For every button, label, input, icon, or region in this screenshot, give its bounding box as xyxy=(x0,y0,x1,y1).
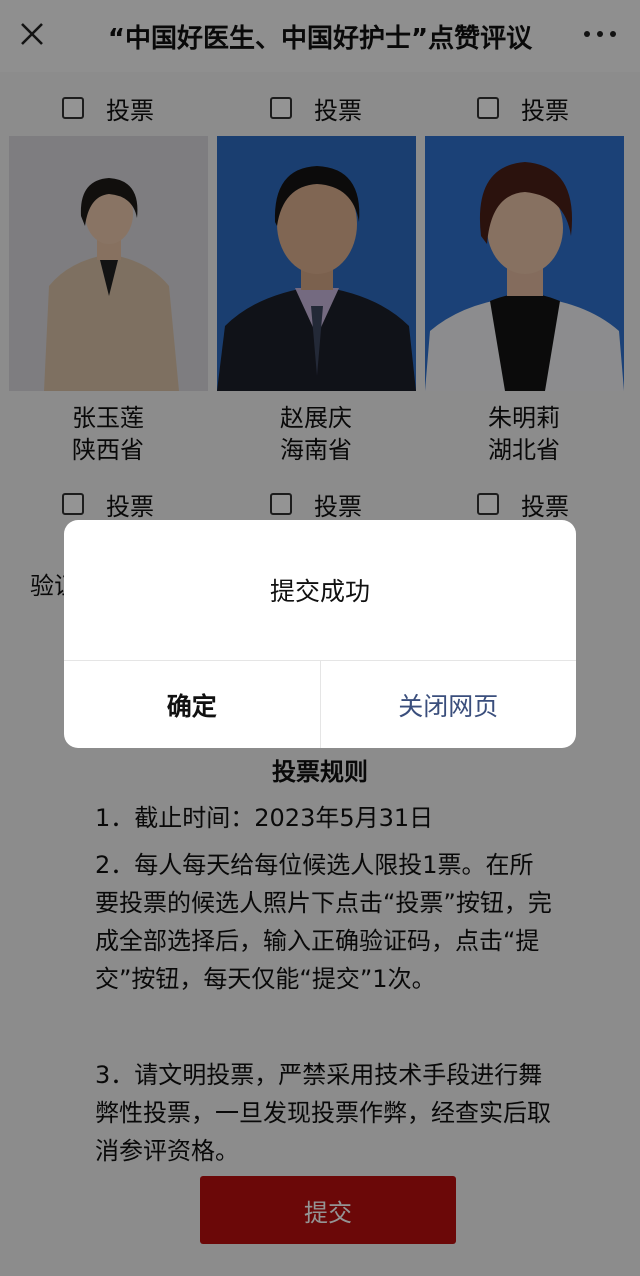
success-dialog: 提交成功 确定 关闭网页 xyxy=(64,520,576,748)
dialog-message: 提交成功 xyxy=(269,577,370,606)
dialog-buttons: 确定 关闭网页 xyxy=(64,660,576,748)
close-page-button[interactable]: 关闭网页 xyxy=(321,661,577,748)
confirm-button[interactable]: 确定 xyxy=(64,661,321,748)
